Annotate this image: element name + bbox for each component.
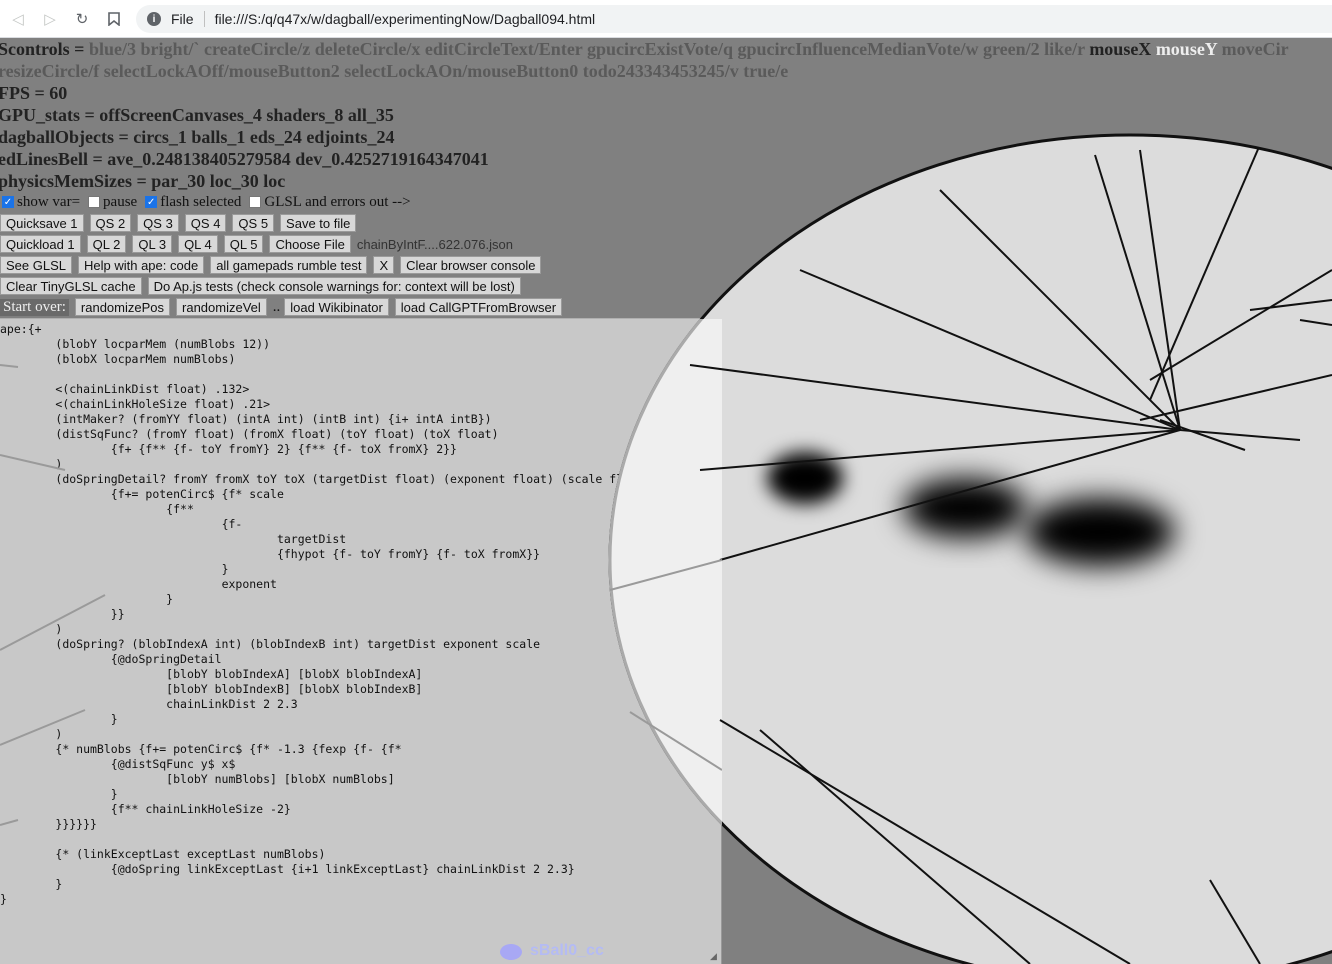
edge (1139, 149, 1181, 431)
address-bar[interactable]: i File file:///S:/q/q47x/w/dagball/exper… (136, 5, 1332, 33)
qs-5-button[interactable]: QS 5 (232, 214, 275, 232)
physics-mem-sizes: physicsMemSizes = par_30 loc_30 loc (0, 171, 286, 191)
start-over-label: Start over: (0, 298, 69, 316)
load-callgpt-button[interactable]: load CallGPTFromBrowser (394, 298, 563, 316)
url-separator (203, 11, 205, 27)
gamepads-rumble-button[interactable]: all gamepads rumble test (210, 256, 368, 274)
controls-line-1: Scontrols = blue/3 bright/` createCircle… (0, 38, 1289, 60)
dots-label: .. (272, 298, 281, 315)
chain-edges (689, 139, 1332, 964)
x-button[interactable]: X (373, 256, 395, 274)
randomize-vel-button[interactable]: randomizeVel (176, 298, 267, 316)
ql-4-button[interactable]: QL 4 (178, 235, 218, 253)
qs-4-button[interactable]: QS 4 (184, 214, 227, 232)
mousex-key: mouseX (1089, 39, 1152, 59)
edge (699, 429, 1181, 471)
show-var-checkbox[interactable]: ✓ (2, 196, 14, 208)
edge (719, 719, 1131, 964)
start-over-row: Start over: randomizePos randomizeVel ..… (0, 297, 568, 317)
scheme-label: File (171, 11, 194, 27)
browser-toolbar: ◁ ▷ ↻ i File file:///S:/q/q47x/w/dagball… (0, 0, 1332, 38)
cache-row: Clear TinyGLSL cache Do Ap.js tests (che… (0, 276, 527, 296)
controls-line-2: resizeCircle/f selectLockAOff/mouseButto… (0, 61, 789, 81)
edge (1149, 139, 1263, 401)
choose-file-button[interactable]: Choose File (269, 235, 351, 253)
reload-icon[interactable]: ↻ (70, 7, 94, 31)
edge (939, 189, 1181, 431)
blob-shadows (767, 452, 1175, 566)
quicksave-1-button[interactable]: Quicksave 1 (0, 214, 84, 232)
back-icon[interactable]: ◁ (6, 7, 30, 31)
save-to-file-button[interactable]: Save to file (280, 214, 357, 232)
ball-label: sBall0_cc (530, 942, 604, 959)
pause-label: pause (103, 193, 138, 210)
help-ape-button[interactable]: Help with ape: code (78, 256, 205, 274)
edge (1139, 374, 1332, 421)
controls-prefix: Scontrols = (0, 39, 89, 59)
edlines-bell: edLinesBell = ave_0.248138405279584 dev_… (0, 149, 489, 169)
clear-tinyglsl-button[interactable]: Clear TinyGLSL cache (0, 277, 142, 295)
quicksave-row: Quicksave 1 QS 2 QS 3 QS 4 QS 5 Save to … (0, 213, 362, 233)
edge (759, 729, 1031, 964)
clear-console-button[interactable]: Clear browser console (400, 256, 542, 274)
quickload-1-button[interactable]: Quickload 1 (0, 235, 81, 253)
resize-grip-icon[interactable]: ◢ (710, 952, 720, 962)
glsl-errors-checkbox[interactable] (249, 196, 262, 208)
edge (1299, 319, 1332, 326)
chosen-filename: chainByIntF....622.076.json (356, 236, 513, 252)
gpu-stats: GPU_stats = offScreenCanvases_4 shaders_… (0, 105, 394, 125)
tools-row: See GLSL Help with ape: code all gamepad… (0, 255, 547, 275)
mousey-key: mouseY (1155, 39, 1218, 59)
load-wikibinator-button[interactable]: load Wikibinator (284, 298, 389, 316)
edge (1094, 154, 1181, 431)
edge (719, 429, 1181, 561)
pause-checkbox[interactable] (88, 196, 101, 208)
url-text[interactable]: file:///S:/q/q47x/w/dagball/experimentin… (215, 11, 596, 27)
blob-1 (767, 452, 843, 504)
ql-3-button[interactable]: QL 3 (132, 235, 173, 253)
flash-selected-label: flash selected (160, 193, 242, 210)
forward-icon[interactable]: ▷ (38, 7, 62, 31)
code-textarea[interactable]: ape:{+ (blobY locparMem (numBlobs 12)) (… (0, 318, 722, 964)
edge (1179, 429, 1301, 441)
edge (1159, 419, 1246, 451)
show-var-label: show var= (17, 193, 81, 210)
dagball-objects: dagballObjects = circs_1 balls_1 eds_24 … (0, 127, 395, 147)
qs-3-button[interactable]: QS 3 (137, 214, 179, 232)
controls-tail: moveCir (1221, 39, 1289, 59)
randomize-pos-button[interactable]: randomizePos (74, 298, 171, 316)
options-row: ✓ show var= pause ✓ flash selected GLSL an… (0, 192, 411, 212)
info-icon[interactable]: i (147, 12, 161, 26)
do-ap-tests-button[interactable]: Do Ap.js tests (check console warnings f… (147, 277, 521, 295)
glsl-errors-label: GLSL and errors out --> (264, 193, 411, 210)
edge (689, 364, 1181, 431)
controls-items: blue/3 bright/` createCircle/z deleteCir… (88, 39, 1085, 59)
edge (1249, 299, 1332, 311)
ape-code[interactable]: ape:{+ (blobY locparMem (numBlobs 12)) (… (0, 319, 721, 907)
blob-3 (1025, 498, 1175, 566)
edge (1209, 879, 1261, 964)
flash-selected-checkbox[interactable]: ✓ (145, 196, 158, 208)
ball-marker[interactable] (500, 944, 522, 960)
edge (799, 269, 1181, 431)
bookmark-icon[interactable] (102, 7, 126, 31)
ql-5-button[interactable]: QL 5 (223, 235, 264, 253)
qs-2-button[interactable]: QS 2 (89, 214, 132, 232)
blob-2 (903, 478, 1027, 538)
edge (1149, 269, 1332, 381)
ql-2-button[interactable]: QL 2 (86, 235, 127, 253)
fps-readout: FPS = 60 (0, 83, 68, 103)
quickload-row: Quickload 1 QL 2 QL 3 QL 4 QL 5 Choose F… (0, 234, 513, 254)
see-glsl-button[interactable]: See GLSL (0, 256, 72, 274)
